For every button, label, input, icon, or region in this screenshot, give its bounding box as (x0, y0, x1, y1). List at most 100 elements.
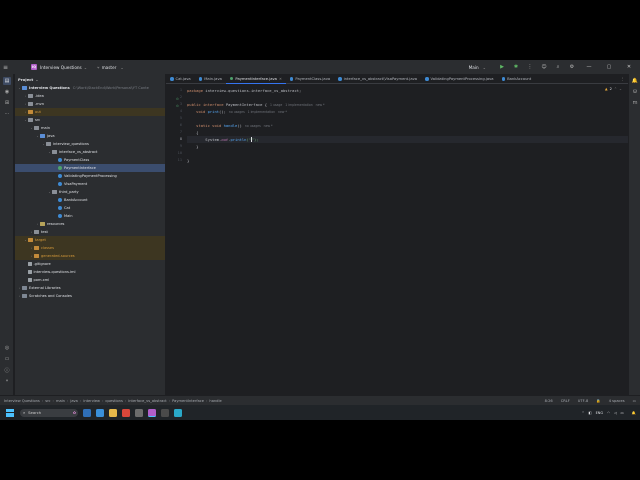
breadcrumb-item[interactable]: main (56, 399, 65, 403)
tabs-more-icon[interactable]: ⋮ (616, 74, 628, 83)
inspection-widget[interactable]: ▲ 2 ⌃ ⌄ (605, 87, 622, 91)
tree-item[interactable]: › classes (15, 244, 165, 252)
tree-item[interactable]: Main (15, 212, 165, 220)
chevron-up-icon[interactable]: ⌃ (582, 411, 585, 415)
lock-icon[interactable]: 🔒 (596, 399, 600, 403)
breadcrumb-item[interactable]: handle (209, 399, 221, 403)
breadcrumb-item[interactable]: interface_vs_abstract (128, 399, 166, 403)
caret-position[interactable]: 8:26 (545, 399, 553, 403)
breadcrumb-item[interactable]: Interview Questions (4, 399, 40, 403)
breadcrumb-item[interactable]: PaymentInterface (172, 399, 204, 403)
tree-item[interactable]: › test (15, 228, 165, 236)
breadcrumb-item[interactable]: questions (105, 399, 122, 403)
tree-item[interactable]: interview-questions.iml (15, 268, 165, 276)
language-indicator[interactable]: ENG (596, 411, 603, 415)
editor-tab[interactable]: Main.java (195, 74, 226, 84)
inlay-hint[interactable]: 1 usage 1 implementation new * (270, 103, 325, 107)
implemented-icon[interactable]: ⊙ (176, 104, 180, 108)
tree-item[interactable]: PaymentInterface (15, 164, 165, 172)
tree-item[interactable]: VisaPayment (15, 180, 165, 188)
editor-tab[interactable]: PaymentClass.java (286, 74, 334, 84)
tree-item[interactable]: ⌄ interview_questions (15, 140, 165, 148)
minimize-window-button[interactable]: — (582, 60, 596, 74)
tree-item[interactable]: pom.xml (15, 276, 165, 284)
notification-center-icon[interactable]: 🔔 (632, 411, 636, 415)
settings-app-icon[interactable] (135, 408, 143, 417)
tree-item[interactable]: › out (15, 108, 165, 116)
intellij-idea-icon[interactable] (148, 408, 156, 417)
editor-tab[interactable]: PaymentInterface.java ✕ (225, 74, 286, 84)
maven-icon[interactable]: m (631, 99, 639, 107)
debug-icon[interactable]: ✱ (512, 63, 520, 71)
tree-item[interactable]: ⌄ java (15, 132, 165, 140)
tree-item[interactable]: ⌄ src (15, 116, 165, 124)
tree-item[interactable]: › resources (15, 220, 165, 228)
tree-item[interactable]: PaymentClass (15, 156, 165, 164)
close-tab-icon[interactable]: ✕ (279, 77, 282, 81)
structure-tool-icon[interactable]: ⊞ (3, 99, 11, 107)
version-control-tool-icon[interactable]: ⑂ (3, 377, 11, 385)
chevron-down-icon[interactable]: ⌄ (84, 65, 87, 70)
editor-tab[interactable]: Cat.java (166, 74, 195, 84)
tree-item[interactable]: ⌄ third_party (15, 188, 165, 196)
windows-start-icon[interactable] (6, 408, 14, 417)
project-panel-header[interactable]: Project ⌄ (15, 74, 165, 84)
tree-item[interactable]: BankAccount (15, 196, 165, 204)
notifications-icon[interactable]: 🔔 (631, 77, 639, 85)
editor-tab[interactable]: interface_vs_abstract\VisaPayment.java (334, 74, 421, 84)
tree-item[interactable]: › External Libraries (15, 284, 165, 292)
main-menu-icon[interactable]: ≡ (2, 60, 9, 74)
memory-indicator-icon[interactable]: ▭ (633, 399, 636, 403)
commit-tool-icon[interactable]: ◉ (3, 88, 11, 96)
tree-item[interactable]: .gitignore (15, 260, 165, 268)
maximize-window-button[interactable]: ▢ (602, 60, 616, 74)
tree-item[interactable]: › .idea (15, 92, 165, 100)
terminal-tool-icon[interactable]: ▭ (3, 355, 11, 363)
code-editor[interactable]: 1 2 3 4 5 6 7 8 9 10 11 ⊙ ⊙ ▲ 2 ⌃ ⌄ package interv… (166, 85, 628, 395)
account-icon[interactable]: ☺ (540, 63, 548, 71)
run-icon[interactable]: ▶ (498, 63, 506, 71)
project-switcher[interactable]: Interview Questions (40, 65, 82, 70)
breadcrumb-item[interactable]: src (45, 399, 50, 403)
inlay-hint[interactable]: no usages new * (245, 124, 273, 128)
terminal-app-icon[interactable] (161, 408, 169, 417)
branch-switcher[interactable]: ⑂ master ⌄ (97, 65, 124, 70)
chrome-icon[interactable] (122, 408, 130, 417)
taskbar-search[interactable]: ⌕ Search ✿ (20, 408, 78, 417)
volume-icon[interactable]: ◁ (614, 411, 617, 415)
line-separator[interactable]: CRLF (561, 399, 570, 403)
battery-icon[interactable]: ▭ (621, 411, 624, 415)
inlay-hint[interactable]: no usages 1 implementation new * (229, 110, 287, 114)
tree-item[interactable]: › Scratches and Consoles (15, 292, 165, 300)
wifi-icon[interactable]: ◠ (607, 411, 610, 415)
settings-icon[interactable]: ⚙ (568, 63, 576, 71)
project-tool-icon[interactable]: ▤ (3, 77, 11, 85)
more-tools-icon[interactable]: ⋯ (3, 110, 11, 118)
close-window-button[interactable]: ✕ (622, 60, 636, 74)
edge-icon[interactable] (96, 408, 104, 417)
editor-tab[interactable]: ValidatingPaymentProcessing.java (421, 74, 498, 84)
breadcrumb-item[interactable]: interview (83, 399, 100, 403)
task-view-icon[interactable] (83, 408, 91, 417)
editor-tab[interactable]: BankAccount (498, 74, 536, 84)
more-icon[interactable]: ⋮ (526, 63, 534, 71)
tree-item[interactable]: ⌄ interface_vs_abstract (15, 148, 165, 156)
services-tool-icon[interactable]: ◎ (3, 344, 11, 352)
tree-item[interactable]: › .mvn (15, 100, 165, 108)
tree-item[interactable]: Cat (15, 204, 165, 212)
tree-item[interactable]: ⌄ Interview Questions C:\Work\StackEnd\Wor… (15, 84, 165, 92)
tree-item[interactable]: › generated-sources (15, 252, 165, 260)
problems-tool-icon[interactable]: ⓘ (3, 366, 11, 374)
implemented-icon[interactable]: ⊙ (176, 97, 180, 101)
project-badge[interactable]: IQ (31, 64, 37, 70)
indent-setting[interactable]: 4 spaces (609, 399, 625, 403)
run-configuration-select[interactable]: Main ⌄ (469, 65, 486, 70)
tree-item[interactable]: ⌄ target (15, 236, 165, 244)
app-icon[interactable] (174, 408, 182, 417)
tree-item[interactable]: ⌄ main (15, 124, 165, 132)
breadcrumb-item[interactable]: java (70, 399, 78, 403)
file-explorer-icon[interactable] (109, 408, 117, 417)
database-icon[interactable]: ⛁ (631, 88, 639, 96)
search-everywhere-icon[interactable]: ⌕ (554, 63, 562, 71)
tree-item[interactable]: ValidatingPaymentProcessing (15, 172, 165, 180)
